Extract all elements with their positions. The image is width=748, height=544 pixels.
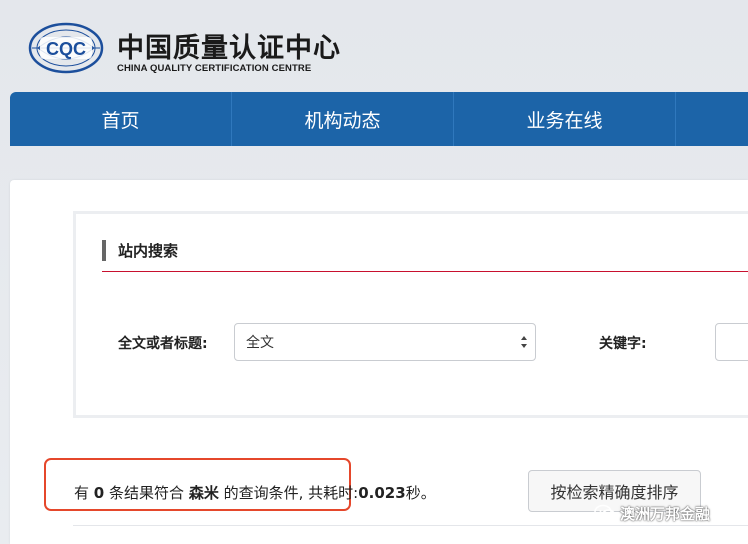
select-arrows-icon <box>521 336 527 348</box>
result-middle: 条结果符合 <box>109 484 185 502</box>
watermark: 澳洲万邦金融 <box>594 501 710 525</box>
nav-item-home[interactable]: 首页 <box>10 92 232 146</box>
time-label: 共耗时: <box>308 484 359 502</box>
title-divider <box>102 271 748 272</box>
main-nav: 首页 机构动态 业务在线 <box>10 92 748 146</box>
keyword-input[interactable] <box>715 323 748 361</box>
scope-label: 全文或者标题: <box>118 336 208 352</box>
bottom-divider <box>73 525 748 526</box>
keyword-label: 关键字: <box>599 336 647 352</box>
nav-item-news[interactable]: 机构动态 <box>232 92 454 146</box>
logo-text: CQC <box>46 39 86 59</box>
nav-item-more[interactable] <box>676 92 748 146</box>
title-accent-bar <box>102 240 106 261</box>
scope-select-value: 全文 <box>246 335 274 351</box>
result-query: 森米 <box>188 484 219 502</box>
cqc-logo[interactable]: CQC <box>28 22 104 74</box>
result-suffix: 的查询条件, <box>223 484 304 502</box>
wechat-icon <box>594 504 616 521</box>
brand-name-en: CHINA QUALITY CERTIFICATION CENTRE <box>117 63 312 74</box>
result-count: 0 <box>93 484 105 502</box>
brand-name-cn[interactable]: 中国质量认证中心 <box>117 26 341 65</box>
result-summary: 有 0 条结果符合 森米 的查询条件, 共耗时:0.023秒。 <box>74 482 436 503</box>
site-header: CQC 中国质量认证中心 CHINA QUALITY CERTIFICATION… <box>0 0 748 92</box>
nav-item-services[interactable]: 业务在线 <box>454 92 676 146</box>
search-panel-title: 站内搜索 <box>118 242 179 260</box>
time-unit: 秒。 <box>405 484 436 502</box>
scope-select[interactable]: 全文 <box>234 323 536 361</box>
time-value: 0.023 <box>358 484 406 502</box>
watermark-text: 澳洲万邦金融 <box>620 504 711 523</box>
result-prefix: 有 <box>74 484 90 502</box>
